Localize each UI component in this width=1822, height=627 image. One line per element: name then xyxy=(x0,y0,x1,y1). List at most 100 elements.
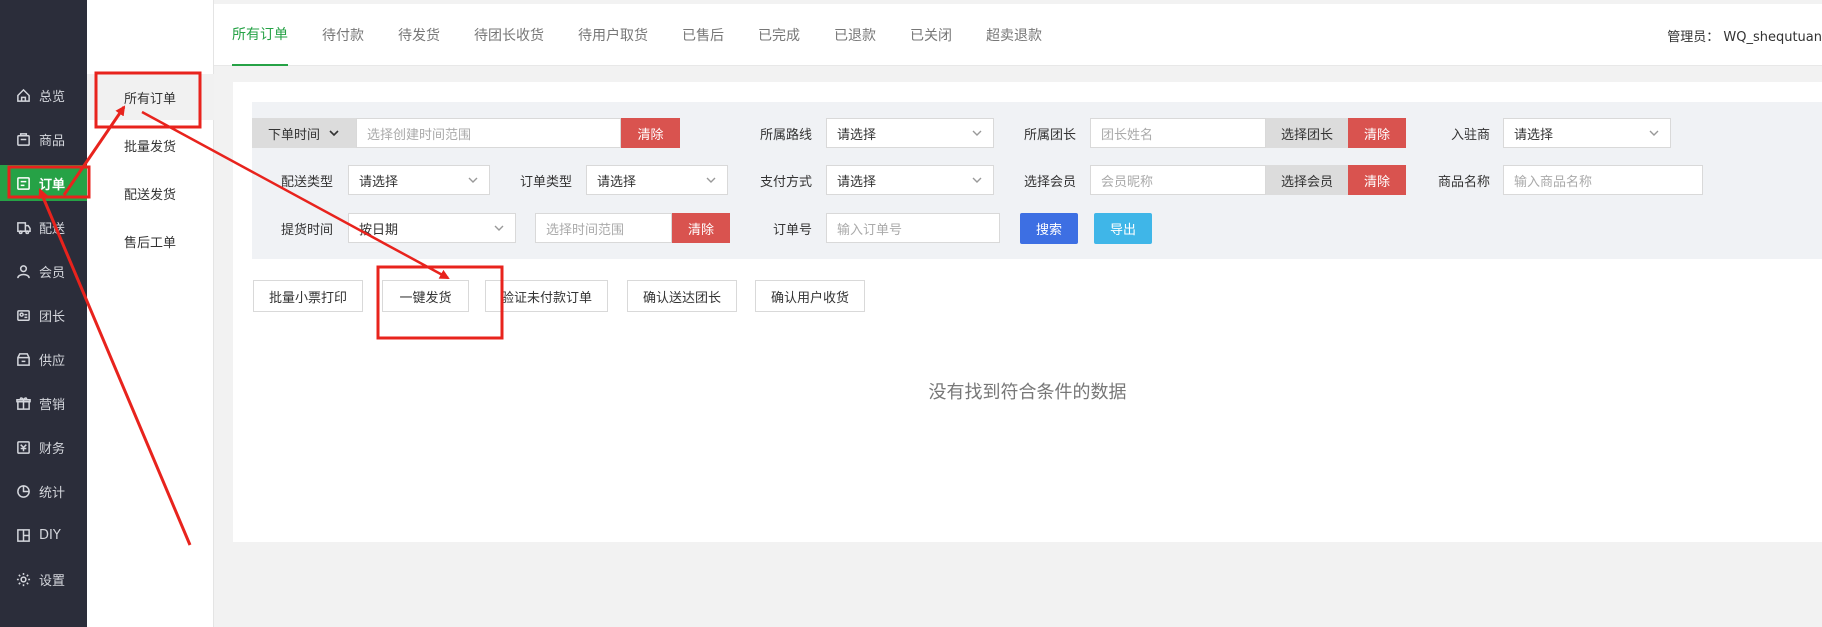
verify-unpaid-orders-button[interactable]: 验证未付款订单 xyxy=(485,280,608,312)
nav-item-label: 供应 xyxy=(39,353,66,369)
nav-item-members[interactable]: 会员 xyxy=(0,253,87,289)
tab-completed[interactable]: 已完成 xyxy=(758,4,800,66)
nav-item-label: 营销 xyxy=(39,397,66,413)
export-button[interactable]: 导出 xyxy=(1094,213,1152,244)
main-panel: 下单时间 选择创建时间范围 清除 所属路线 请选择 所属团长 团长姓名 选择团长… xyxy=(233,82,1822,542)
nav-item-stats[interactable]: 统计 xyxy=(0,473,87,509)
chevron-down-icon xyxy=(705,174,717,186)
nav-item-delivery[interactable]: 配送 xyxy=(0,209,87,245)
member-nickname-input[interactable]: 会员昵称 xyxy=(1090,165,1266,195)
batch-receipt-print-button[interactable]: 批量小票打印 xyxy=(253,280,363,312)
merchant-label: 入驻商 xyxy=(1451,127,1491,143)
tab-refunded[interactable]: 已退款 xyxy=(834,4,876,66)
clear-time-button[interactable]: 清除 xyxy=(621,118,680,148)
pickup-mode-value: 按日期 xyxy=(359,222,399,238)
chevron-down-icon xyxy=(329,130,339,137)
nav-item-label: 总览 xyxy=(39,89,66,105)
nav-item-label: 财务 xyxy=(39,441,66,457)
empty-state-message: 没有找到符合条件的数据 xyxy=(928,382,1127,403)
finance-icon xyxy=(15,439,31,455)
order-time-dropdown[interactable]: 下单时间 xyxy=(252,118,356,148)
tab-pending-leader-receipt[interactable]: 待团长收货 xyxy=(474,4,544,66)
route-select[interactable]: 请选择 xyxy=(826,118,994,148)
tab-pending-user-pickup[interactable]: 待用户取货 xyxy=(578,4,648,66)
chevron-down-icon xyxy=(467,174,479,186)
route-label: 所属路线 xyxy=(760,127,813,143)
chevron-down-icon xyxy=(493,222,505,234)
order-no-input[interactable]: 输入订单号 xyxy=(826,213,1000,243)
submenu-dispatch-ship[interactable]: 配送发货 xyxy=(87,170,214,216)
order-submenu: 所有订单 批量发货 配送发货 售后工单 xyxy=(87,0,214,627)
clear-pickup-button[interactable]: 清除 xyxy=(672,213,730,243)
one-click-ship-button[interactable]: 一键发货 xyxy=(382,280,469,312)
choose-member-button[interactable]: 选择会员 xyxy=(1266,165,1348,195)
product-name-label: 商品名称 xyxy=(1438,174,1491,190)
nav-item-supply[interactable]: 供应 xyxy=(0,341,87,377)
order-time-range-input[interactable]: 选择创建时间范围 xyxy=(356,118,621,148)
tab-oversold-refund[interactable]: 超卖退款 xyxy=(986,4,1042,66)
order-type-label: 订单类型 xyxy=(520,174,573,190)
search-button[interactable]: 搜索 xyxy=(1020,213,1078,244)
submenu-label: 批量发货 xyxy=(124,139,177,155)
confirm-user-received-button[interactable]: 确认用户收货 xyxy=(755,280,865,312)
nav-item-leaders[interactable]: 团长 xyxy=(0,297,87,333)
submenu-label: 所有订单 xyxy=(124,91,177,107)
nav-item-overview[interactable]: 总览 xyxy=(0,77,87,113)
submenu-label: 售后工单 xyxy=(124,235,177,251)
delivery-type-value: 请选择 xyxy=(359,174,399,190)
clear-leader-button[interactable]: 清除 xyxy=(1348,118,1406,148)
tab-all-orders[interactable]: 所有订单 xyxy=(232,4,288,66)
member-label: 选择会员 xyxy=(1024,174,1077,190)
tab-pending-shipment[interactable]: 待发货 xyxy=(398,4,440,66)
pay-method-value: 请选择 xyxy=(837,174,877,190)
nav-item-label: DIY xyxy=(39,527,61,543)
nav-item-diy[interactable]: DIY xyxy=(0,517,87,553)
nav-item-label: 统计 xyxy=(39,485,66,501)
nav-item-marketing[interactable]: 营销 xyxy=(0,385,87,421)
order-type-select[interactable]: 请选择 xyxy=(586,165,728,195)
order-type-value: 请选择 xyxy=(597,174,637,190)
submenu-batch-ship[interactable]: 批量发货 xyxy=(87,122,214,168)
confirm-delivered-to-leader-button[interactable]: 确认送达团长 xyxy=(627,280,737,312)
nav-item-goods[interactable]: 商品 xyxy=(0,121,87,157)
gift-icon xyxy=(15,395,31,411)
order-time-label: 下单时间 xyxy=(268,127,321,143)
order-icon xyxy=(15,175,31,191)
route-select-value: 请选择 xyxy=(837,127,877,143)
choose-leader-button[interactable]: 选择团长 xyxy=(1266,118,1348,148)
pickup-time-label: 提货时间 xyxy=(281,222,334,238)
layout-icon xyxy=(15,527,31,543)
tab-pending-payment[interactable]: 待付款 xyxy=(322,4,364,66)
merchant-select[interactable]: 请选择 xyxy=(1503,118,1671,148)
nav-item-orders[interactable]: 订单 xyxy=(0,165,87,201)
home-icon xyxy=(15,87,31,103)
pay-method-label: 支付方式 xyxy=(760,174,813,190)
admin-username: 管理员： WQ_shequtuan xyxy=(1667,29,1822,45)
chevron-down-icon xyxy=(971,127,983,139)
submenu-after-sales[interactable]: 售后工单 xyxy=(87,218,214,264)
nav-item-settings[interactable]: 设置 xyxy=(0,561,87,597)
delivery-type-select[interactable]: 请选择 xyxy=(348,165,490,195)
tab-after-sales[interactable]: 已售后 xyxy=(682,4,724,66)
delivery-icon xyxy=(15,219,31,235)
pay-method-select[interactable]: 请选择 xyxy=(826,165,994,195)
leader-icon xyxy=(15,307,31,323)
main-nav: 总览 商品 订单 配送 会员 团长 供应 营销 财务 统计 DIY 设置 xyxy=(0,0,87,627)
nav-item-finance[interactable]: 财务 xyxy=(0,429,87,465)
chevron-down-icon xyxy=(1648,127,1660,139)
member-icon xyxy=(15,263,31,279)
pickup-mode-select[interactable]: 按日期 xyxy=(348,213,516,243)
order-no-label: 订单号 xyxy=(773,222,813,238)
order-status-tabs: 所有订单 待付款 待发货 待团长收货 待用户取货 已售后 已完成 已退款 已关闭… xyxy=(214,4,1822,66)
leader-name-input[interactable]: 团长姓名 xyxy=(1090,118,1266,148)
submenu-all-orders[interactable]: 所有订单 xyxy=(87,74,214,120)
nav-item-label: 配送 xyxy=(39,221,66,237)
merchant-select-value: 请选择 xyxy=(1514,127,1554,143)
nav-item-label: 会员 xyxy=(39,265,66,281)
chevron-down-icon xyxy=(971,174,983,186)
tab-closed[interactable]: 已关闭 xyxy=(910,4,952,66)
nav-item-label: 商品 xyxy=(39,133,66,149)
product-name-input[interactable]: 输入商品名称 xyxy=(1503,165,1703,195)
clear-member-button[interactable]: 清除 xyxy=(1348,165,1406,195)
pickup-time-range-input[interactable]: 选择时间范围 xyxy=(535,213,672,243)
